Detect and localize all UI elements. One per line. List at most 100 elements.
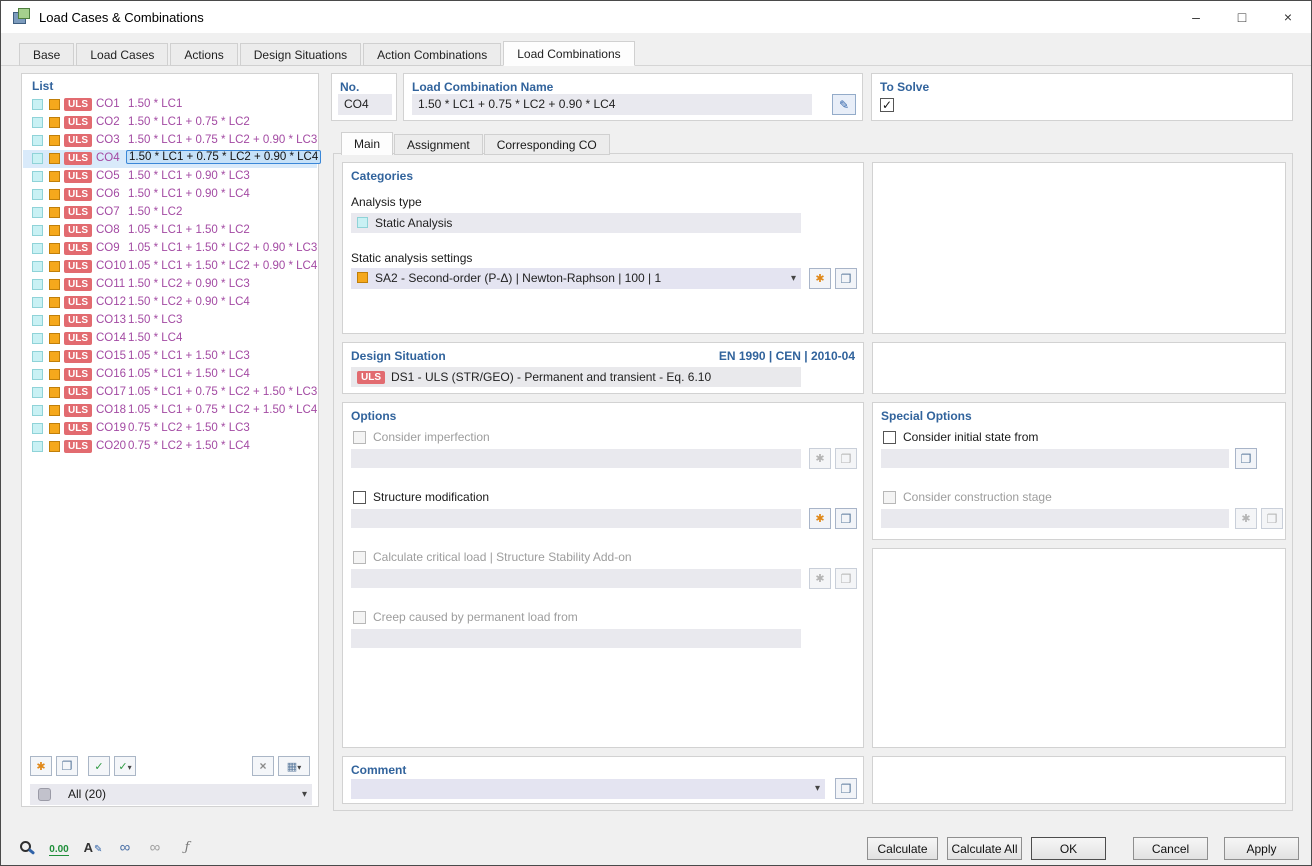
tab-design-situations[interactable]: Design Situations	[240, 43, 361, 66]
edit-settings-button[interactable]: ❐	[835, 268, 857, 289]
list-item[interactable]: ULSCO71.50 * LC2	[23, 204, 317, 222]
list-item[interactable]: ULSCO41.50 * LC1 + 0.75 * LC2 + 0.90 * L…	[23, 150, 317, 168]
tab-actions[interactable]: Actions	[170, 43, 237, 66]
tab-action-combinations[interactable]: Action Combinations	[363, 43, 501, 66]
edit-icon-button[interactable]: ❐	[1235, 448, 1257, 469]
combination-formula: 1.05 * LC1 + 1.50 * LC2	[128, 224, 250, 236]
combination-formula: 1.05 * LC1 + 1.50 * LC4	[128, 368, 250, 380]
comment-dropdown[interactable]: ▾	[351, 779, 825, 799]
uncheck-all-to-solve-button[interactable]: ✓▾	[114, 756, 136, 776]
to-solve-checkbox[interactable]: ✓	[880, 98, 894, 112]
minimize-button[interactable]: –	[1173, 1, 1219, 33]
combination-formula: 1.50 * LC2 + 0.90 * LC3	[128, 278, 250, 290]
check-all-to-solve-button[interactable]: ✓	[88, 756, 110, 776]
combination-id: CO8	[96, 224, 120, 236]
tab-load-combinations[interactable]: Load Combinations	[503, 41, 634, 66]
rename-button[interactable]: A✎	[79, 834, 107, 860]
list-item[interactable]: ULSCO101.05 * LC1 + 1.50 * LC2 + 0.90 * …	[23, 258, 317, 276]
tab-load-cases[interactable]: Load Cases	[76, 43, 168, 66]
table-view-button[interactable]: ▦▾	[278, 756, 310, 776]
list-item[interactable]: ULSCO181.05 * LC1 + 0.75 * LC2 + 1.50 * …	[23, 402, 317, 420]
unlink-button[interactable]: ∞	[141, 834, 169, 860]
tab-base[interactable]: Base	[19, 43, 74, 66]
new-combination-button[interactable]: ✱	[30, 756, 52, 776]
checkbox-consider-initial-state-from[interactable]	[883, 431, 896, 444]
list-item[interactable]: ULSCO31.50 * LC1 + 0.75 * LC2 + 0.90 * L…	[23, 132, 317, 150]
copy-combination-button[interactable]: ❐	[56, 756, 78, 776]
subtab-main[interactable]: Main	[341, 132, 393, 155]
chain-icon: ∞	[120, 839, 131, 856]
list-item[interactable]: ULSCO141.50 * LC4	[23, 330, 317, 348]
chevron-down-icon: ▾	[297, 763, 301, 772]
parameters-button[interactable]: ƒ	[173, 834, 201, 860]
combination-formula: 1.05 * LC1 + 1.50 * LC2 + 0.90 * LC3	[128, 242, 317, 254]
checkbox-structure-modification[interactable]	[353, 491, 366, 504]
calculate-all-button[interactable]: Calculate All	[947, 837, 1022, 860]
edit-icon-button[interactable]: ❐	[835, 508, 857, 529]
filter-dropdown[interactable]: All (20) ▾	[30, 784, 312, 805]
decimal-places-button[interactable]: 0.00	[45, 834, 73, 860]
cancel-button[interactable]: Cancel	[1133, 837, 1208, 860]
combination-formula: 1.50 * LC1 + 0.90 * LC4	[128, 188, 250, 200]
list-item[interactable]: ULSCO190.75 * LC2 + 1.50 * LC3	[23, 420, 317, 438]
list-item[interactable]: ULSCO151.05 * LC1 + 1.50 * LC3	[23, 348, 317, 366]
search-button[interactable]	[11, 834, 39, 860]
analysis-type-field[interactable]: Static Analysis	[351, 213, 801, 233]
maximize-button[interactable]: □	[1219, 1, 1265, 33]
list-item[interactable]: ULSCO61.50 * LC1 + 0.90 * LC4	[23, 186, 317, 204]
uls-badge: ULS	[64, 260, 92, 273]
uls-badge: ULS	[64, 152, 92, 165]
settings-label: Static analysis settings	[351, 251, 472, 265]
check-icon: ✓	[118, 761, 127, 773]
special-options-header: Special Options	[881, 409, 972, 423]
option-field[interactable]	[351, 509, 801, 528]
delete-combination-button[interactable]: ×	[252, 756, 274, 776]
subtab-corresponding-co[interactable]: Corresponding CO	[484, 134, 610, 155]
list-item[interactable]: ULSCO121.50 * LC2 + 0.90 * LC4	[23, 294, 317, 312]
combination-id: CO11	[96, 278, 125, 290]
link-button[interactable]: ∞	[111, 834, 139, 860]
list-item[interactable]: ULSCO131.50 * LC3	[23, 312, 317, 330]
new-settings-button[interactable]: ✱	[809, 268, 831, 289]
combination-formula: 0.75 * LC2 + 1.50 * LC3	[128, 422, 250, 434]
checkbox-consider-imperfection	[353, 431, 366, 444]
copy-comment-button[interactable]: ❐	[835, 778, 857, 799]
comment-header: Comment	[351, 763, 406, 777]
copy-icon: ❐	[841, 272, 852, 286]
list-item[interactable]: ULSCO91.05 * LC1 + 1.50 * LC2 + 0.90 * L…	[23, 240, 317, 258]
checkbox-label: Consider construction stage	[903, 490, 1052, 504]
option-row: Calculate critical load | Structure Stab…	[351, 549, 857, 605]
subtab-assignment[interactable]: Assignment	[394, 134, 483, 155]
list-item[interactable]: ULSCO171.05 * LC1 + 0.75 * LC2 + 1.50 * …	[23, 384, 317, 402]
chevron-down-icon: ▾	[302, 784, 307, 805]
load-cases-combinations-dialog: Load Cases & Combinations – □ × BaseLoad…	[0, 0, 1312, 866]
rename-icon: A	[84, 840, 93, 855]
pencil-icon: ✎	[94, 844, 102, 855]
combination-id: CO9	[96, 242, 120, 254]
list-item[interactable]: ULSCO11.50 * LC1	[23, 96, 317, 114]
list-item[interactable]: ULSCO81.05 * LC1 + 1.50 * LC2	[23, 222, 317, 240]
calculate-button[interactable]: Calculate	[867, 837, 938, 860]
list-item[interactable]: ULSCO21.50 * LC1 + 0.75 * LC2	[23, 114, 317, 132]
design-situation-field[interactable]: ULSDS1 - ULS (STR/GEO) - Permanent and t…	[351, 367, 801, 387]
list-item[interactable]: ULSCO51.50 * LC1 + 0.90 * LC3	[23, 168, 317, 186]
new-icon-button[interactable]: ✱	[809, 508, 831, 529]
list-item[interactable]: ULSCO200.75 * LC2 + 1.50 * LC4	[23, 438, 317, 456]
list-item[interactable]: ULSCO161.05 * LC1 + 1.50 * LC4	[23, 366, 317, 384]
analysis-settings-dropdown[interactable]: SA2 - Second-order (P-Δ) | Newton-Raphso…	[351, 268, 801, 289]
list-item[interactable]: ULSCO111.50 * LC2 + 0.90 * LC3	[23, 276, 317, 294]
combination-id: CO12	[96, 296, 126, 308]
solve-indicator-square	[32, 225, 43, 236]
decimals-icon: 0.00	[49, 844, 68, 856]
combination-id: CO1	[96, 98, 120, 110]
design-situation-color-square	[49, 99, 60, 110]
list-header: List	[32, 79, 53, 93]
ok-button[interactable]: OK	[1031, 837, 1106, 860]
uls-badge: ULS	[64, 404, 92, 417]
apply-button[interactable]: Apply	[1224, 837, 1299, 860]
edit-name-button[interactable]: ✎	[832, 94, 856, 115]
close-button[interactable]: ×	[1265, 1, 1311, 33]
option-field[interactable]	[881, 449, 1229, 468]
combination-name-field[interactable]: 1.50 * LC1 + 0.75 * LC2 + 0.90 * LC4	[412, 94, 812, 115]
design-situation-color-square	[49, 153, 60, 164]
